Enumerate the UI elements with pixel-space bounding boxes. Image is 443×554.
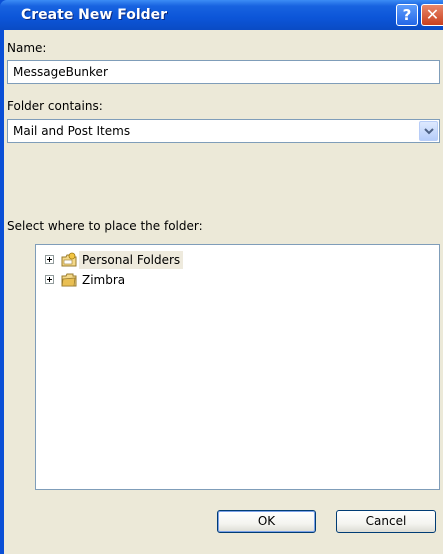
dropdown-button[interactable] [419,121,438,141]
location-label: Select where to place the folder: [7,219,203,233]
expand-icon[interactable] [45,255,54,264]
close-icon: ✕ [425,5,440,24]
mailbox-folder-icon [61,273,77,287]
close-button[interactable]: ✕ [421,4,443,26]
create-new-folder-dialog: Create New Folder ? ✕ Name: MessageBunke… [0,0,443,554]
dialog-body: Name: MessageBunker Folder contains: Mai… [4,30,443,554]
folder-contains-select[interactable]: Mail and Post Items [7,119,440,143]
name-input[interactable]: MessageBunker [7,60,440,84]
title-bar[interactable]: Create New Folder ? ✕ [0,0,443,30]
tree-node-label: Personal Folders [79,251,184,269]
tree-node-zimbra[interactable]: Zimbra [36,271,236,289]
expand-icon[interactable] [45,275,54,284]
help-button[interactable]: ? [396,4,418,26]
cancel-button[interactable]: Cancel [336,510,436,533]
ok-button[interactable]: OK [217,510,316,533]
tree-node-label: Zimbra [82,273,126,287]
dialog-title: Create New Folder [21,7,168,23]
personal-folders-icon [61,252,77,267]
name-label: Name: [7,41,47,55]
chevron-down-icon [424,128,434,135]
folder-contains-label: Folder contains: [7,99,103,113]
folder-tree[interactable]: Personal Folders Zimbra [35,244,440,490]
tree-node-personal-folders[interactable]: Personal Folders [36,251,236,269]
folder-contains-value: Mail and Post Items [13,124,131,138]
